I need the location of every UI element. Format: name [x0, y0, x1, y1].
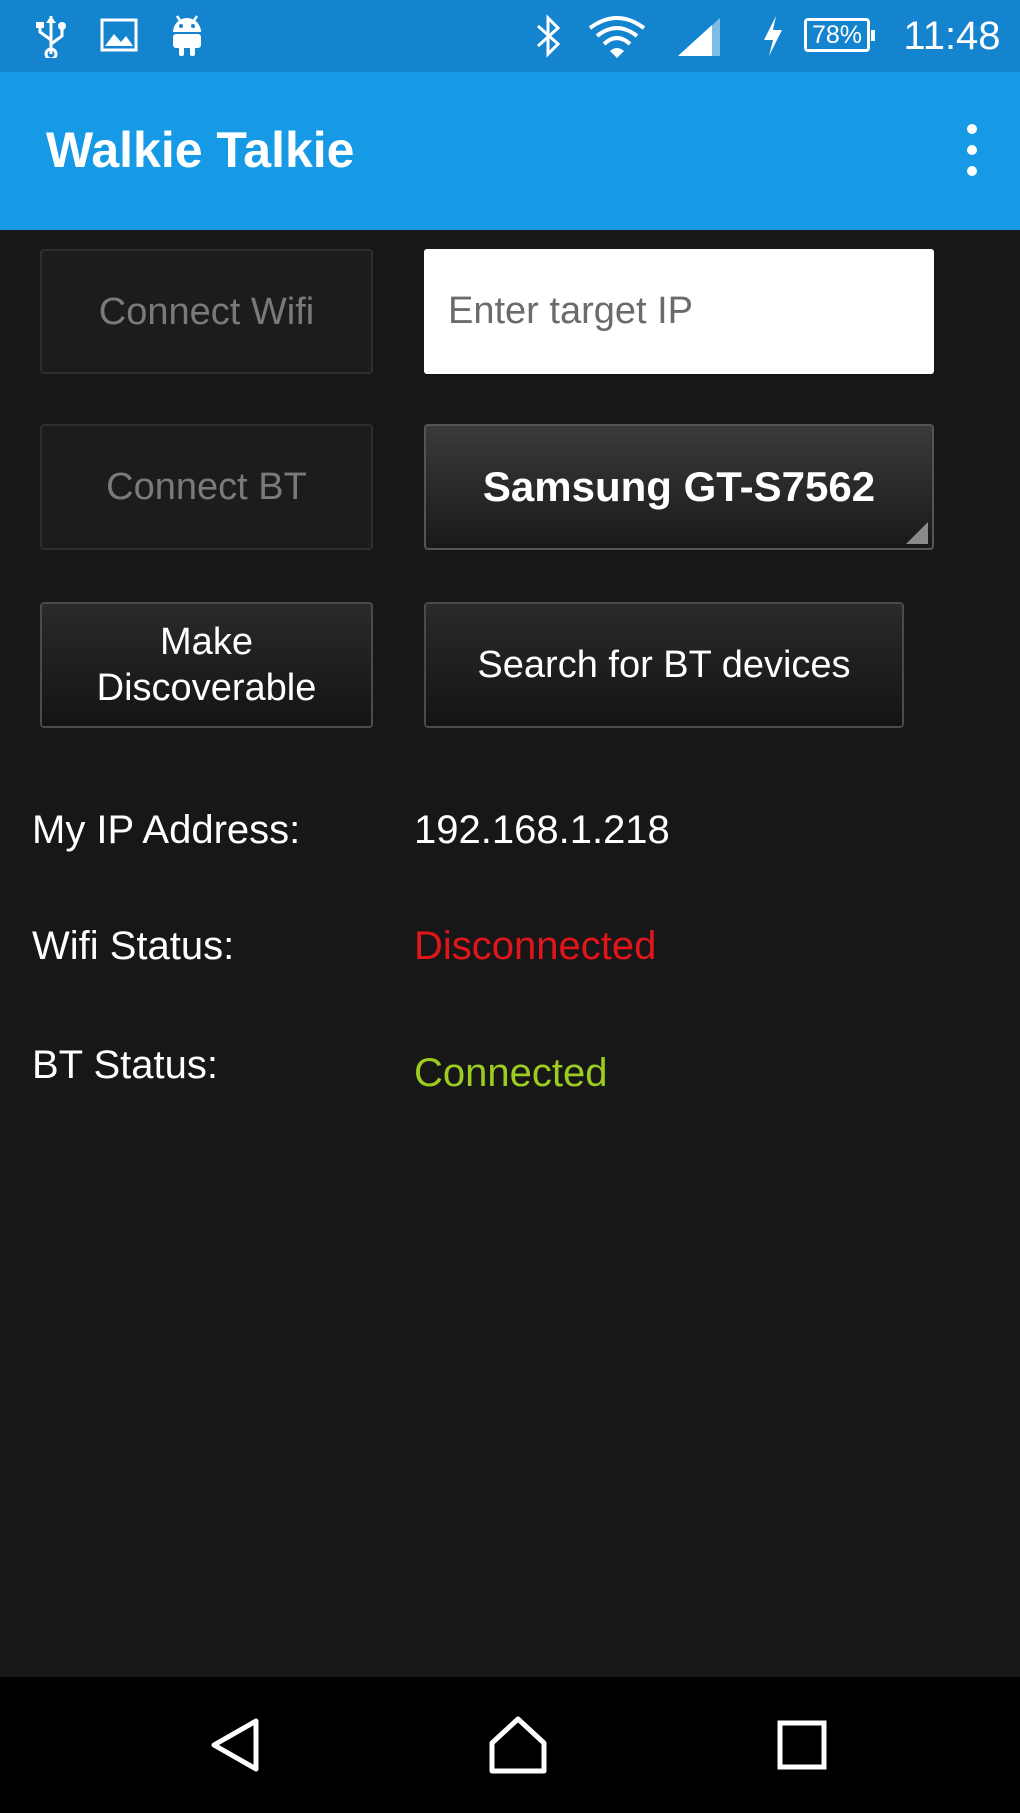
bt-status-label: BT Status:	[32, 1043, 219, 1087]
usb-icon	[36, 16, 66, 58]
image-icon	[100, 18, 138, 52]
bt-status-value: Connected	[414, 1051, 608, 1095]
recents-icon[interactable]	[770, 1713, 834, 1777]
bt-device-spinner[interactable]: Samsung GT-S7562	[424, 424, 934, 550]
overflow-menu-icon[interactable]	[962, 124, 982, 176]
status-clock: 11:48	[903, 14, 1001, 58]
search-bt-devices-button[interactable]: Search for BT devices	[424, 602, 904, 728]
charging-icon	[764, 16, 782, 56]
android-icon	[173, 15, 201, 56]
wifi-status-label: Wifi Status:	[32, 924, 235, 968]
dropdown-arrow-icon	[906, 522, 928, 544]
battery-percent: 78%	[811, 21, 863, 49]
target-ip-input[interactable]: Enter target IP	[424, 249, 934, 374]
wifi-icon	[588, 16, 646, 58]
home-icon[interactable]	[486, 1713, 550, 1777]
navigation-bar	[0, 1677, 1020, 1813]
connect-bt-button[interactable]: Connect BT	[40, 424, 373, 550]
ip-address-label: My IP Address:	[32, 808, 301, 852]
wifi-status-value: Disconnected	[414, 924, 657, 968]
status-bar: 78% 11:48	[0, 0, 1020, 72]
ip-address-value: 192.168.1.218	[414, 808, 670, 852]
bluetooth-icon	[536, 14, 561, 58]
make-discoverable-button[interactable]: Make Discoverable	[40, 602, 373, 728]
signal-icon	[678, 18, 720, 56]
back-icon[interactable]	[204, 1713, 268, 1777]
app-title: Walkie Talkie	[46, 122, 355, 178]
app-bar: Walkie Talkie	[0, 72, 1020, 230]
connect-wifi-button[interactable]: Connect Wifi	[40, 249, 373, 374]
bt-device-selected: Samsung GT-S7562	[482, 463, 876, 510]
battery-indicator: 78%	[804, 18, 875, 52]
